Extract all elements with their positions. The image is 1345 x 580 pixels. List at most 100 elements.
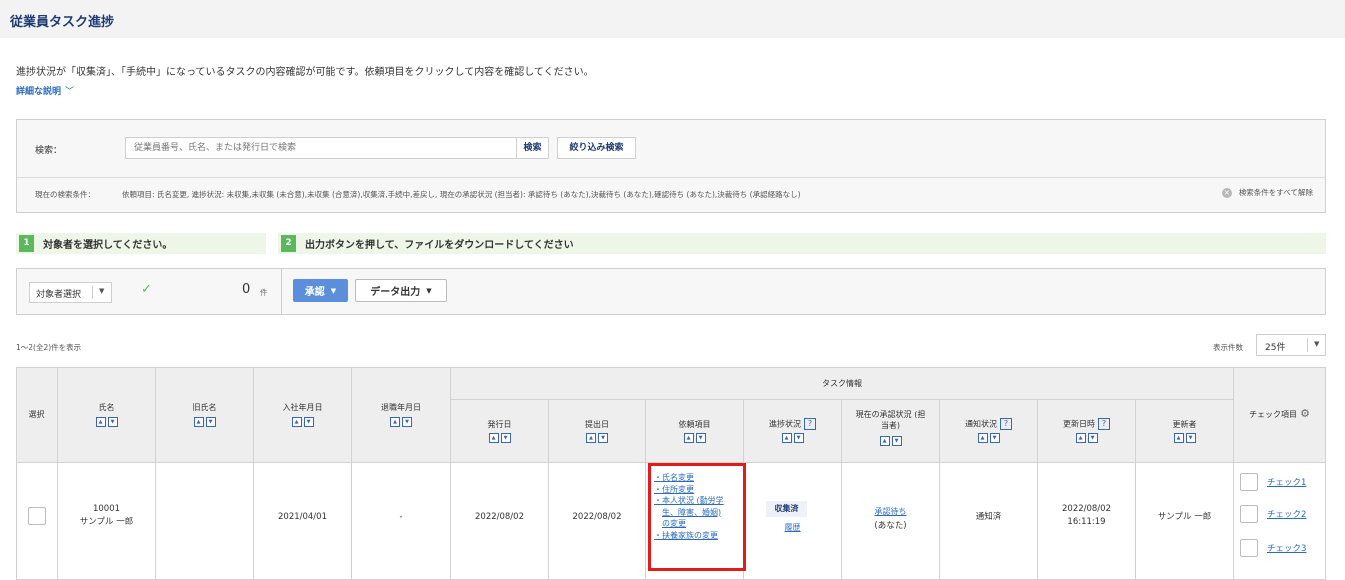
- row-name-cell: 10001 サンプル 一郎: [58, 463, 156, 580]
- check-item-2: チェック2: [1240, 505, 1306, 523]
- sort-asc-icon[interactable]: ▲: [977, 433, 988, 443]
- condition-label: 現在の検索条件：: [35, 190, 95, 199]
- sort-asc-icon[interactable]: ▲: [683, 433, 694, 443]
- selected-count: 0: [242, 282, 251, 297]
- action-panel: 対象者選択 ▼ ✓ 0 件 承認 ▼ データ出力 ▼: [16, 268, 1326, 315]
- employee-number: 10001: [92, 504, 121, 514]
- row-approval-cell: 承認待ち (あなた): [842, 463, 940, 580]
- step-1-banner: 1 対象者を選択してください。: [16, 233, 266, 254]
- check-item-3: チェック3: [1240, 539, 1306, 557]
- sort-controls: ▲ ▼: [586, 433, 608, 443]
- approval-status-link[interactable]: 承認待ち: [842, 506, 939, 517]
- result-range: 1～2(全2)件を表示: [16, 343, 82, 352]
- detail-explanation-label: 詳細な説明: [16, 87, 62, 97]
- header-label: 提出日: [585, 420, 609, 429]
- join-date: 2021/04/01: [278, 512, 327, 522]
- search-label: 検索：: [35, 146, 63, 156]
- row-leave-date-cell: -: [352, 463, 451, 580]
- sort-asc-icon[interactable]: ▲: [193, 417, 204, 427]
- header-updated-at: 更新日時? ▲ ▼: [1038, 400, 1136, 463]
- header-task-info: タスク情報: [451, 367, 1234, 400]
- divider: [281, 269, 282, 314]
- check-item-1: チェック1: [1240, 473, 1306, 491]
- sort-desc-icon[interactable]: ▼: [205, 417, 216, 427]
- sort-asc-icon[interactable]: ▲: [879, 436, 890, 446]
- caret-down-icon: ▼: [330, 286, 337, 295]
- per-page-select[interactable]: 25件 ▼: [1256, 334, 1326, 356]
- approval-assignee: (あなた): [874, 521, 907, 531]
- row-check-items-cell: チェック1 チェック2 チェック3: [1234, 463, 1326, 580]
- search-button[interactable]: 検索: [516, 137, 549, 159]
- header-request-items: 依頼項目 ▲ ▼: [646, 400, 744, 463]
- count-unit: 件: [260, 288, 268, 297]
- sort-asc-icon[interactable]: ▲: [781, 433, 792, 443]
- search-input[interactable]: [125, 137, 517, 159]
- check-link[interactable]: チェック2: [1267, 508, 1306, 520]
- select-target-dropdown[interactable]: 対象者選択 ▼: [29, 282, 112, 303]
- page-title: 従業員タスク進捗: [10, 15, 115, 30]
- row-issue-date-cell: 2022/08/02: [451, 463, 549, 580]
- sort-desc-icon[interactable]: ▼: [598, 433, 608, 443]
- row-checkbox[interactable]: [28, 507, 46, 525]
- help-icon[interactable]: ?: [1000, 418, 1012, 430]
- sort-asc-icon[interactable]: ▲: [488, 433, 499, 443]
- clear-all-conditions-button[interactable]: ✕ 検索条件をすべて解除: [1221, 187, 1313, 198]
- header-label-wrap: 進捗状況?: [744, 418, 841, 430]
- approve-button[interactable]: 承認 ▼: [293, 279, 348, 302]
- sort-desc-icon[interactable]: ▼: [107, 417, 118, 427]
- header-label: 更新者: [1172, 420, 1197, 429]
- header-label: 通知状況: [965, 419, 997, 429]
- row-select-cell: [16, 463, 58, 580]
- select-target-label: 対象者選択: [36, 290, 82, 300]
- header-select: 選択: [16, 367, 58, 463]
- sort-asc-icon[interactable]: ▲: [1173, 433, 1184, 443]
- per-page-value: 25件: [1265, 343, 1286, 353]
- header-label: 入社年月日: [282, 403, 323, 412]
- sort-controls: ▲ ▼: [390, 417, 412, 427]
- task-table: 選択 氏名 ▲ ▼ 旧氏名 ▲ ▼ 入社年月日 ▲ ▼ 退職年月日 ▲ ▼ タスク情報 …: [16, 367, 1326, 580]
- header-progress: 進捗状況? ▲ ▼: [744, 400, 842, 463]
- sort-desc-icon[interactable]: ▼: [500, 433, 511, 443]
- sort-asc-icon[interactable]: ▲: [1075, 433, 1086, 443]
- header-label: 依頼項目: [678, 420, 711, 429]
- check-link[interactable]: チェック1: [1267, 476, 1306, 488]
- sort-asc-icon[interactable]: ▲: [291, 417, 302, 427]
- step-number: 1: [19, 235, 34, 252]
- gear-icon[interactable]: ⚙: [1300, 407, 1310, 420]
- sort-desc-icon[interactable]: ▼: [1185, 433, 1196, 443]
- caret-down-icon: ▼: [426, 286, 432, 295]
- header-label-wrap: 通知状況?: [940, 418, 1037, 430]
- header-submit-date: 提出日 ▲ ▼: [549, 400, 646, 463]
- status-badge: 収集済: [766, 501, 807, 517]
- check-checkbox[interactable]: [1240, 539, 1258, 557]
- help-icon[interactable]: ?: [1098, 418, 1110, 430]
- sort-asc-icon[interactable]: ▲: [95, 417, 106, 427]
- step-number: 2: [281, 235, 296, 252]
- history-link[interactable]: 履歴: [744, 522, 841, 533]
- sort-desc-icon[interactable]: ▼: [402, 417, 412, 427]
- header-label: チェック項目: [1249, 410, 1298, 419]
- step-2-banner: 2 出力ボタンを押して、ファイルをダウンロードしてください: [278, 233, 1326, 254]
- sort-desc-icon[interactable]: ▼: [891, 436, 902, 446]
- sort-controls: ▲ ▼: [1075, 433, 1098, 443]
- detail-explanation-link[interactable]: 詳細な説明 ﹀: [16, 84, 74, 97]
- approve-label: 承認: [304, 287, 325, 298]
- sort-desc-icon[interactable]: ▼: [793, 433, 804, 443]
- sort-desc-icon[interactable]: ▼: [695, 433, 706, 443]
- step-text: 対象者を選択してください。: [43, 240, 173, 251]
- data-export-button[interactable]: データ出力 ▼: [355, 279, 447, 302]
- sort-asc-icon[interactable]: ▲: [390, 417, 400, 427]
- sort-desc-icon[interactable]: ▼: [303, 417, 314, 427]
- sort-asc-icon[interactable]: ▲: [586, 433, 596, 443]
- sort-controls: ▲ ▼: [879, 436, 902, 446]
- condition-text: 依頼項目: 氏名変更, 進捗状況: 未収集,未収集 (未合意),未収集 (合意済…: [122, 190, 801, 199]
- filter-search-button[interactable]: 絞り込み検索: [557, 137, 636, 159]
- row-notice-cell: 通知済: [940, 463, 1038, 580]
- check-link[interactable]: チェック3: [1267, 542, 1306, 554]
- divider: [92, 286, 93, 299]
- check-checkbox[interactable]: [1240, 505, 1258, 523]
- check-checkbox[interactable]: [1240, 473, 1258, 491]
- sort-desc-icon[interactable]: ▼: [989, 433, 1000, 443]
- sort-desc-icon[interactable]: ▼: [1087, 433, 1098, 443]
- help-icon[interactable]: ?: [804, 418, 816, 430]
